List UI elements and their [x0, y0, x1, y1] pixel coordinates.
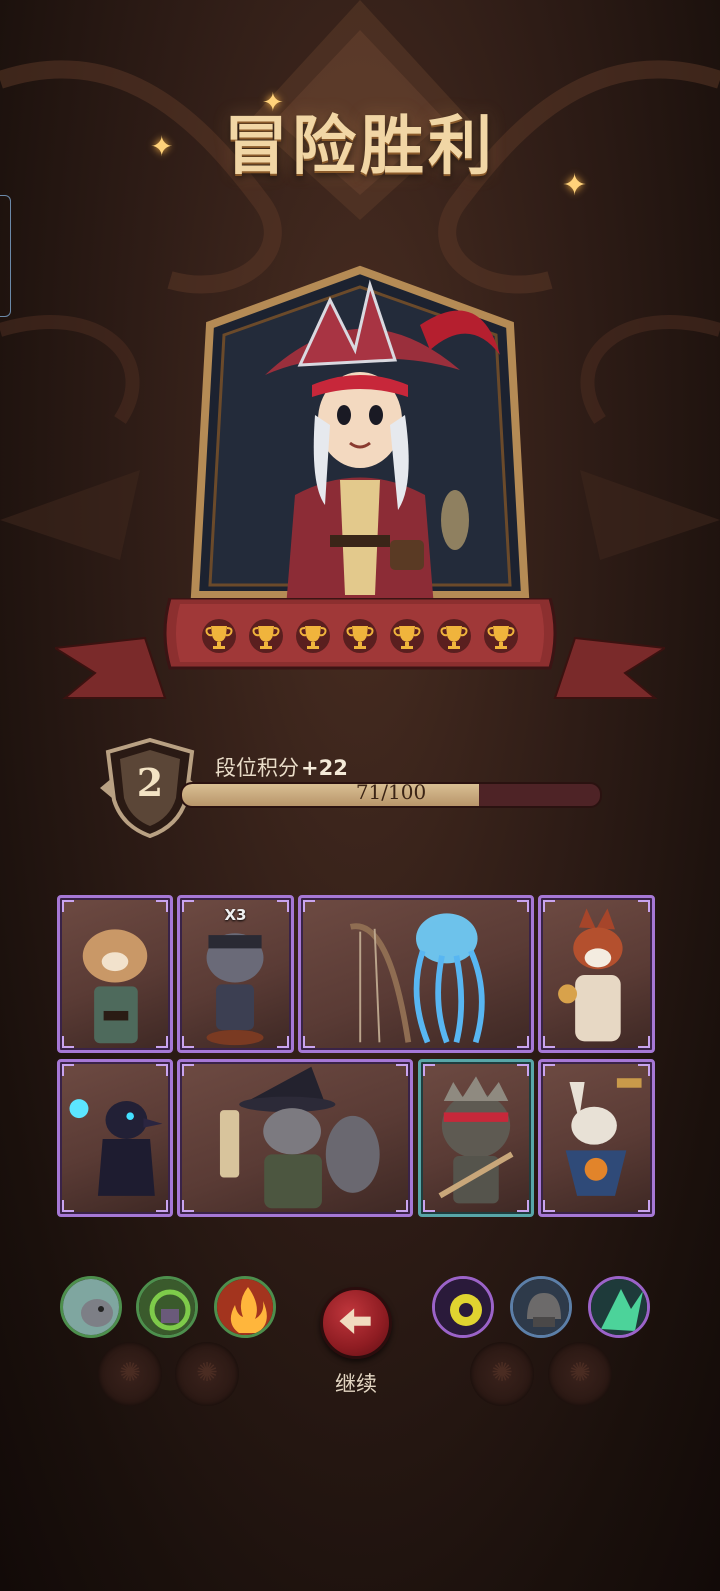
empty-slot-icon: ✺ [119, 1358, 141, 1388]
card-count-badge: X3 [224, 906, 247, 924]
empty-relic-slot: ✺ [98, 1342, 162, 1406]
hero-portrait [190, 265, 530, 620]
spiky-brawler-icon [438, 1076, 514, 1204]
card-spiky-brawler[interactable] [418, 1059, 534, 1217]
rabbit-scarecrow-icon [565, 1078, 642, 1196]
trophy-icon [202, 619, 236, 653]
raccoon-wizard-icon [219, 1066, 380, 1209]
hamster-sailor-icon [82, 929, 148, 1044]
sparkle-icon: ✦ [562, 168, 588, 203]
rank-points-text: 段位积分 [215, 756, 299, 780]
card-pirate-rat[interactable]: X3 [177, 895, 294, 1053]
trophy-row [200, 617, 520, 657]
relic-green-fang[interactable] [588, 1276, 650, 1338]
empty-relic-slot: ✺ [470, 1342, 534, 1406]
relic-grey-beast[interactable] [60, 1276, 122, 1338]
empty-slot-icon: ✺ [569, 1358, 591, 1388]
continue-button[interactable] [320, 1287, 392, 1359]
card-jellyfish-harp[interactable] [298, 895, 534, 1053]
trophy-icon [390, 619, 424, 653]
empty-relic-slot: ✺ [175, 1342, 239, 1406]
rank-points-label: 段位积分+22 [215, 752, 348, 782]
trophy-icon [484, 619, 518, 653]
trophy-ribbon [55, 598, 665, 699]
card-rabbit-scarecrow[interactable] [538, 1059, 655, 1217]
relic-helmet[interactable] [510, 1276, 572, 1338]
crow-icon [69, 1099, 163, 1196]
relic-flame[interactable] [214, 1276, 276, 1338]
trophy-icon [296, 619, 330, 653]
empty-slot-icon: ✺ [196, 1358, 218, 1388]
empty-relic-slot: ✺ [548, 1342, 612, 1406]
relic-green-vortex[interactable] [136, 1276, 198, 1338]
arrow-left-icon [339, 1308, 371, 1334]
empty-slot-icon: ✺ [491, 1358, 513, 1388]
rank-progress-text: 71/100 [355, 780, 427, 804]
rank-points-delta: +22 [301, 756, 348, 780]
card-fox[interactable] [538, 895, 655, 1053]
continue-label: 继续 [335, 1372, 377, 1396]
sparkle-icon: ✦ [150, 130, 174, 163]
page-title: 冒险胜利 [224, 109, 496, 184]
jellyfish-harp-icon [349, 913, 485, 1044]
trophy-icon [343, 619, 377, 653]
trophy-icon [249, 619, 283, 653]
relic-eye-orb[interactable] [432, 1276, 494, 1338]
card-raccoon-wizard[interactable] [177, 1059, 413, 1217]
fox-icon [558, 908, 623, 1042]
trophy-icon [437, 619, 471, 653]
card-crow[interactable] [57, 1059, 173, 1217]
sparkle-icon: ✦ [262, 88, 284, 118]
card-hamster-sailor[interactable] [57, 895, 173, 1053]
side-drawer-handle[interactable] [0, 195, 11, 317]
